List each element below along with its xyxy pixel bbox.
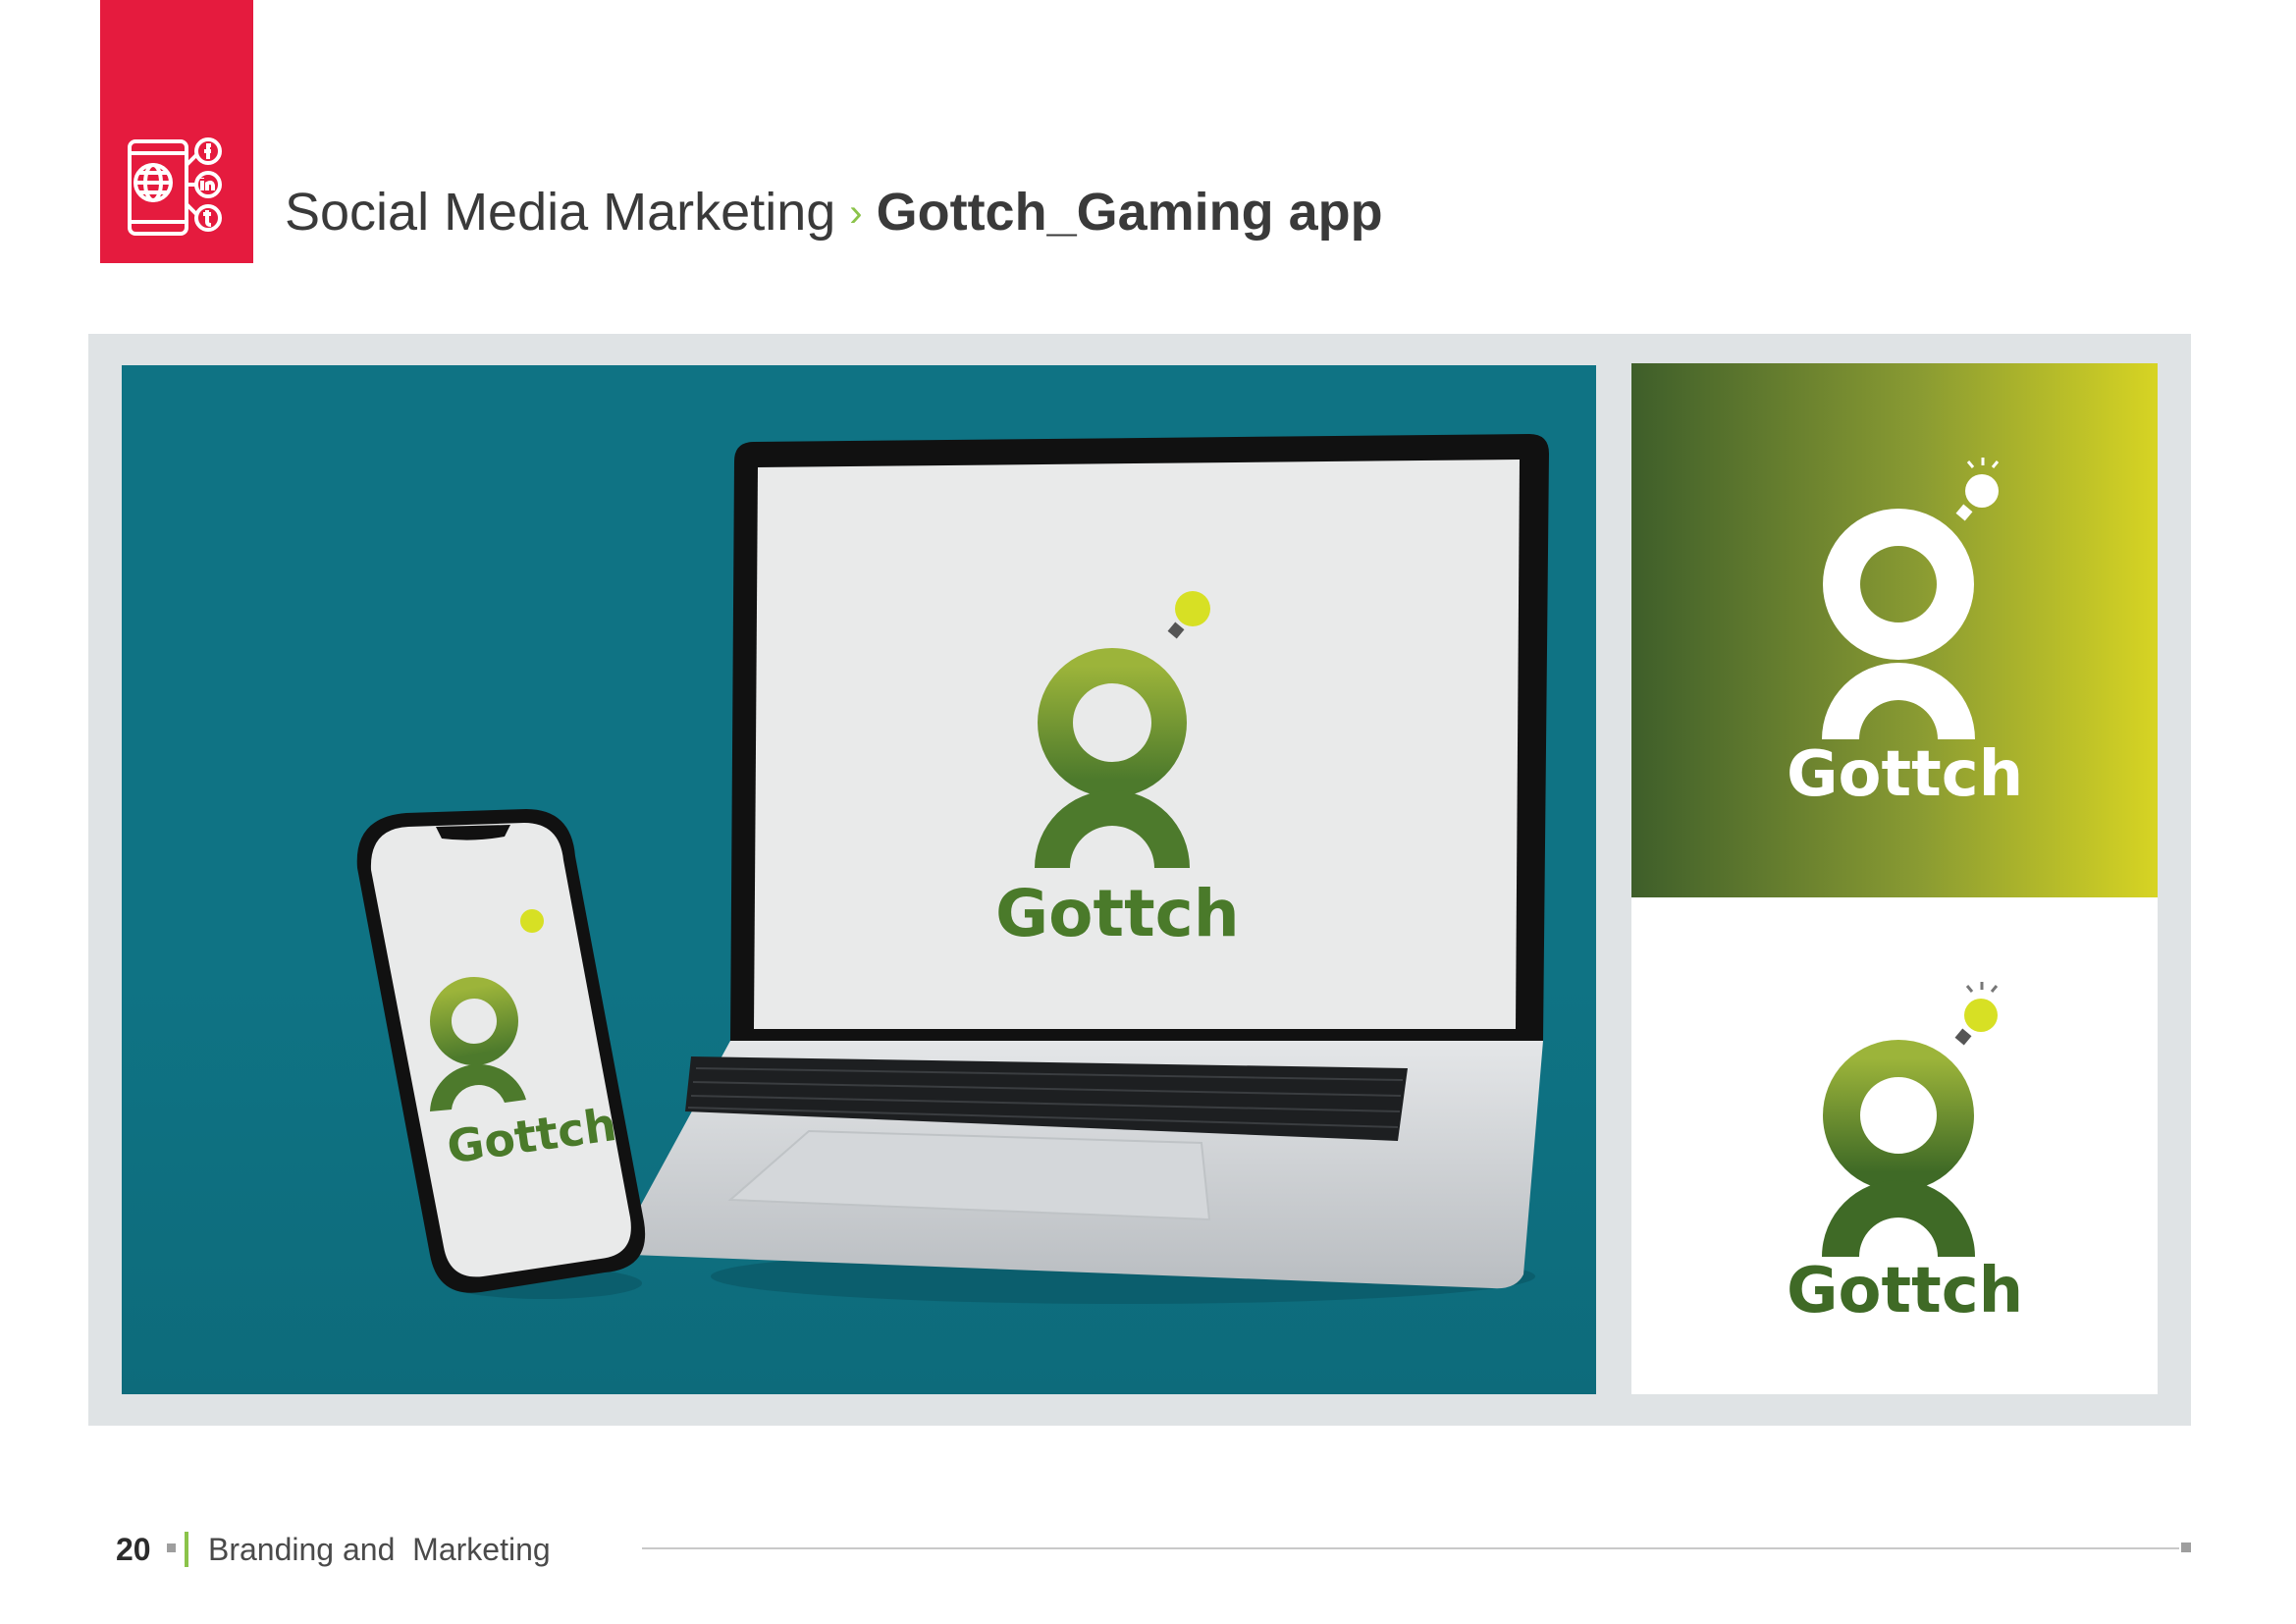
dark-card-wordmark: Gottch <box>1787 738 2024 811</box>
light-card-wordmark: Gottch <box>1787 1255 2024 1327</box>
device-mockup-image: Gottch Gottch <box>122 365 1596 1394</box>
breadcrumb-current: Gottch_Gaming app <box>876 183 1383 242</box>
lightbulb-icon <box>1955 458 2000 521</box>
device-mockup-art <box>356 434 1549 1304</box>
page-title: Social Media Marketing › Gottch_Gaming app <box>285 181 1383 248</box>
logo-on-light-card: Gottch <box>1631 897 2158 1394</box>
breadcrumb-section: Social Media Marketing <box>285 183 836 242</box>
lightbulb-icon <box>1954 982 1999 1046</box>
laptop-wordmark: Gottch <box>995 876 1240 951</box>
social-media-device-icon <box>128 137 222 236</box>
breadcrumb-separator-icon: › <box>849 191 863 235</box>
logo-on-dark-card: Gottch <box>1631 363 2158 897</box>
footer-dot <box>167 1543 176 1552</box>
section-tab <box>100 0 253 263</box>
footer-rule-end <box>2181 1543 2191 1552</box>
footer-rule <box>642 1547 2179 1549</box>
footer-divider <box>185 1532 188 1567</box>
gottch-logo-white <box>1822 458 2000 739</box>
page-number: 20 <box>116 1532 151 1567</box>
footer-section-label: Branding and Marketing <box>208 1532 551 1567</box>
